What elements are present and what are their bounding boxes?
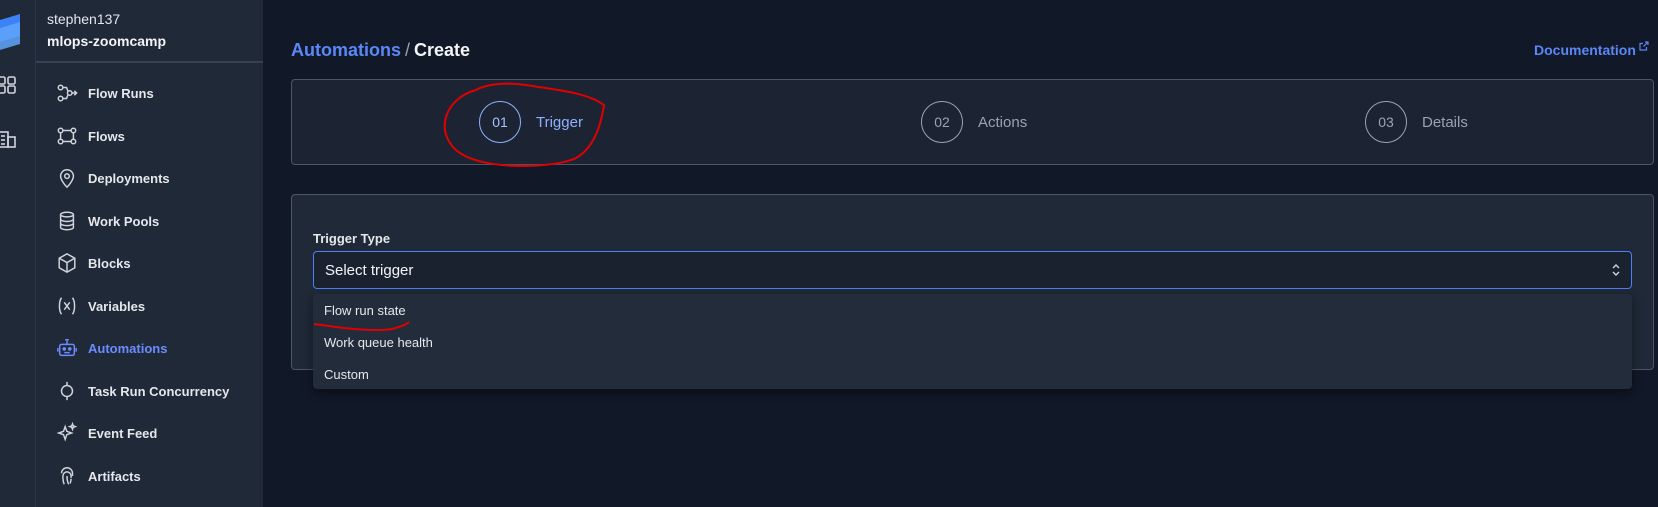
sidebar-item-task-run-concurrency[interactable]: Task Run Concurrency — [56, 376, 229, 406]
sidebar-item-event-feed[interactable]: Event Feed — [56, 418, 157, 448]
sidebar-item-work-pools[interactable]: Work Pools — [56, 206, 159, 236]
documentation-label: Documentation — [1534, 42, 1636, 58]
sidebar-item-automations[interactable]: Automations — [56, 333, 167, 363]
sidebar-item-label: Work Pools — [88, 213, 160, 229]
sidebar-item-deployments[interactable]: Deployments — [56, 163, 170, 193]
workspace-name: mlops-zoomcamp — [47, 33, 167, 49]
sidebar-item-label: Blocks — [88, 255, 131, 271]
prefect-logo-icon[interactable] — [0, 14, 20, 52]
step-number: 03 — [1365, 101, 1407, 143]
robot-icon — [57, 339, 77, 357]
app-rail — [0, 0, 36, 507]
variable-icon — [58, 297, 76, 315]
step-label: Actions — [978, 113, 1028, 131]
breadcrumb-automations-link[interactable]: Automations — [291, 40, 401, 60]
sidebar-item-label: Variables — [88, 298, 146, 314]
sidebar-item-label: Task Run Concurrency — [88, 383, 230, 399]
sparkles-icon — [56, 422, 78, 442]
chevron-up-down-icon — [1612, 264, 1620, 276]
step-number: 02 — [921, 101, 963, 143]
sidebar-item-label: Flow Runs — [88, 85, 154, 101]
external-link-icon — [1639, 41, 1649, 51]
page-title: Create — [414, 40, 471, 60]
sidebar-item-label: Event Feed — [88, 425, 158, 441]
step-number: 01 — [479, 101, 521, 143]
sidebar-item-variables[interactable]: Variables — [56, 291, 145, 321]
concurrency-icon — [60, 381, 74, 401]
breadcrumb: Automations / Create — [291, 40, 470, 61]
step-actions[interactable]: 02 Actions — [921, 101, 1027, 143]
trigger-type-select[interactable]: Select trigger — [313, 251, 1632, 289]
step-details[interactable]: 03 Details — [1365, 101, 1468, 143]
sidebar-item-label: Deployments — [88, 170, 170, 186]
select-placeholder: Select trigger — [325, 261, 414, 279]
sidebar-item-flows[interactable]: Flows — [56, 121, 125, 151]
documentation-link[interactable]: Documentation — [1534, 41, 1649, 58]
flows-icon — [57, 127, 77, 145]
trigger-options-dropdown: Flow run state Work queue health Custom — [313, 294, 1632, 389]
workspace-user: stephen137 — [47, 11, 121, 27]
cube-icon — [58, 252, 76, 274]
step-label: Trigger — [536, 113, 583, 131]
sidebar-item-blocks[interactable]: Blocks — [56, 248, 131, 278]
database-icon — [59, 211, 75, 231]
dashboard-grid-icon[interactable] — [0, 76, 18, 94]
step-trigger[interactable]: 01 Trigger — [479, 101, 583, 143]
map-pin-icon — [59, 169, 75, 189]
sidebar-item-label: Automations — [88, 340, 168, 356]
breadcrumb-separator: / — [405, 40, 411, 60]
sidebar: stephen137 mlops-zoomcamp Flow Runs Flow… — [36, 0, 263, 507]
flow-runs-icon — [57, 84, 78, 102]
sidebar-item-label: Artifacts — [88, 468, 141, 484]
workspace-switcher[interactable]: stephen137 mlops-zoomcamp — [36, 0, 263, 63]
option-work-queue-health[interactable]: Work queue health — [324, 335, 433, 350]
fingerprint-icon — [60, 467, 74, 485]
sidebar-item-artifacts[interactable]: Artifacts — [56, 461, 141, 491]
option-custom[interactable]: Custom — [324, 367, 369, 382]
option-flow-run-state[interactable]: Flow run state — [324, 303, 406, 318]
step-label: Details — [1422, 113, 1468, 131]
sidebar-item-flow-runs[interactable]: Flow Runs — [56, 78, 154, 108]
sidebar-item-label: Flows — [88, 128, 125, 144]
wizard-stepper: 01 Trigger 02 Actions 03 Details — [291, 79, 1654, 165]
trigger-type-label: Trigger Type — [313, 231, 391, 246]
building-icon[interactable] — [0, 130, 18, 148]
